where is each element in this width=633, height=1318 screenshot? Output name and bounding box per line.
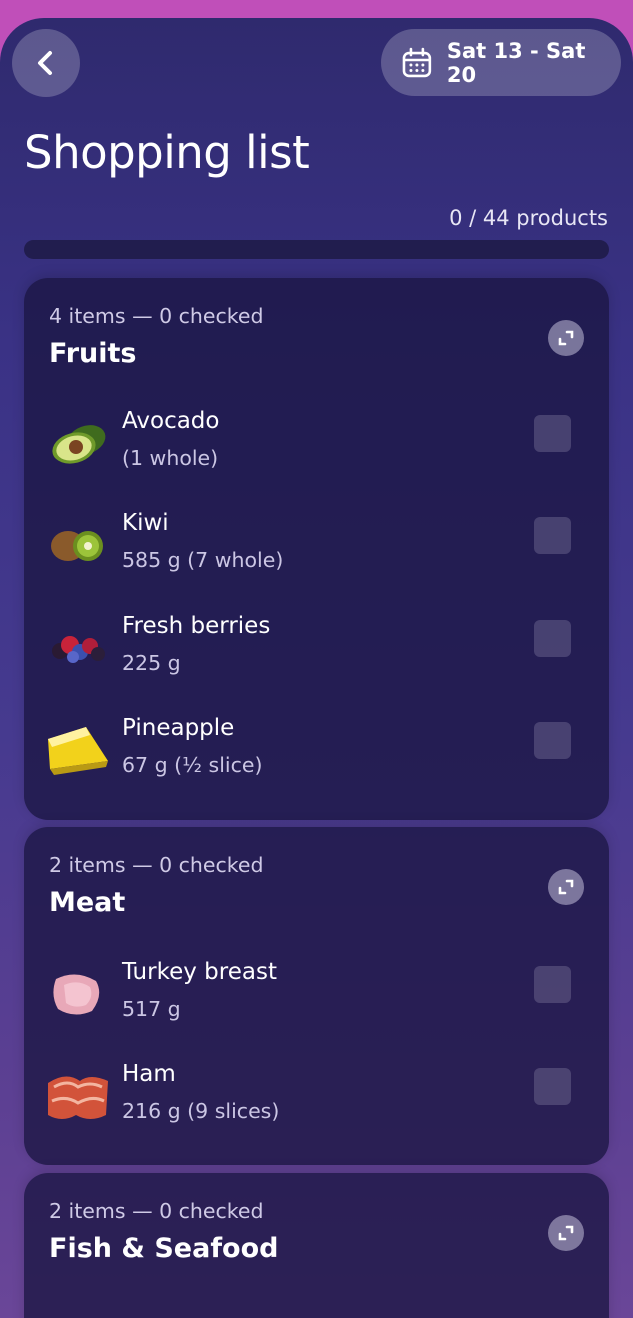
list-item[interactable]: Fresh berries 225 g xyxy=(24,613,609,693)
item-quantity: 585 g (7 whole) xyxy=(122,548,284,572)
date-range-label: Sat 13 - Sat 20 xyxy=(446,38,586,87)
item-checkbox[interactable] xyxy=(534,1068,571,1105)
category-meta: 2 items — 0 checked xyxy=(49,1199,264,1223)
list-item[interactable]: Pineapple 67 g (½ slice) xyxy=(24,715,609,795)
item-quantity: 67 g (½ slice) xyxy=(122,753,263,777)
progress-count: 0 / 44 products xyxy=(449,206,608,230)
avocado-icon xyxy=(52,425,106,464)
date-range-button[interactable]: Sat 13 - Sat 20 xyxy=(381,29,621,96)
kiwi-icon xyxy=(51,531,103,561)
chevron-left-icon xyxy=(38,51,52,75)
list-item[interactable]: Kiwi 585 g (7 whole) xyxy=(24,510,609,590)
category-title: Fish & Seafood xyxy=(49,1233,279,1264)
item-name: Turkey breast xyxy=(122,959,277,985)
berries-icon xyxy=(52,636,105,663)
item-name: Fresh berries xyxy=(122,613,271,639)
item-name: Pineapple xyxy=(122,715,235,741)
item-checkbox[interactable] xyxy=(534,722,571,759)
app-screen: Sat 13 - Sat 20 Shopping list 0 / 44 pro… xyxy=(0,18,633,1318)
list-item[interactable]: Ham 216 g (9 slices) xyxy=(24,1061,609,1141)
expand-button[interactable] xyxy=(548,320,584,356)
list-item[interactable]: Avocado (1 whole) xyxy=(24,408,609,488)
item-quantity: 517 g xyxy=(122,997,181,1021)
category-title: Meat xyxy=(49,887,126,918)
category-meta: 2 items — 0 checked xyxy=(49,853,264,877)
expand-button[interactable] xyxy=(548,1215,584,1251)
item-quantity: 216 g (9 slices) xyxy=(122,1099,280,1123)
item-checkbox[interactable] xyxy=(534,620,571,657)
category-meta: 4 items — 0 checked xyxy=(49,304,264,328)
pineapple-icon xyxy=(48,727,108,775)
item-quantity: 225 g xyxy=(122,651,181,675)
back-button[interactable] xyxy=(12,29,80,97)
category-title: Fruits xyxy=(49,338,137,369)
category-card-fish-seafood: 2 items — 0 checked Fish & Seafood xyxy=(24,1173,609,1318)
ham-icon xyxy=(48,1076,108,1119)
item-checkbox[interactable] xyxy=(534,517,571,554)
expand-icon xyxy=(558,330,574,346)
expand-icon xyxy=(558,1225,574,1241)
turkey-icon xyxy=(53,974,100,1015)
category-card-meat: 2 items — 0 checked Meat Turkey breast 5… xyxy=(24,827,609,1165)
expand-icon xyxy=(558,879,574,895)
item-checkbox[interactable] xyxy=(534,966,571,1003)
item-name: Avocado xyxy=(122,408,220,434)
list-item[interactable]: Turkey breast 517 g xyxy=(24,959,609,1039)
progress-bar xyxy=(24,240,609,259)
category-card-fruits: 4 items — 0 checked Fruits Avocado (1 wh… xyxy=(24,278,609,820)
item-name: Ham xyxy=(122,1061,176,1087)
calendar-icon xyxy=(402,47,432,77)
page-title: Shopping list xyxy=(24,126,310,179)
item-name: Kiwi xyxy=(122,510,169,536)
item-quantity: (1 whole) xyxy=(122,446,219,470)
item-checkbox[interactable] xyxy=(534,415,571,452)
expand-button[interactable] xyxy=(548,869,584,905)
